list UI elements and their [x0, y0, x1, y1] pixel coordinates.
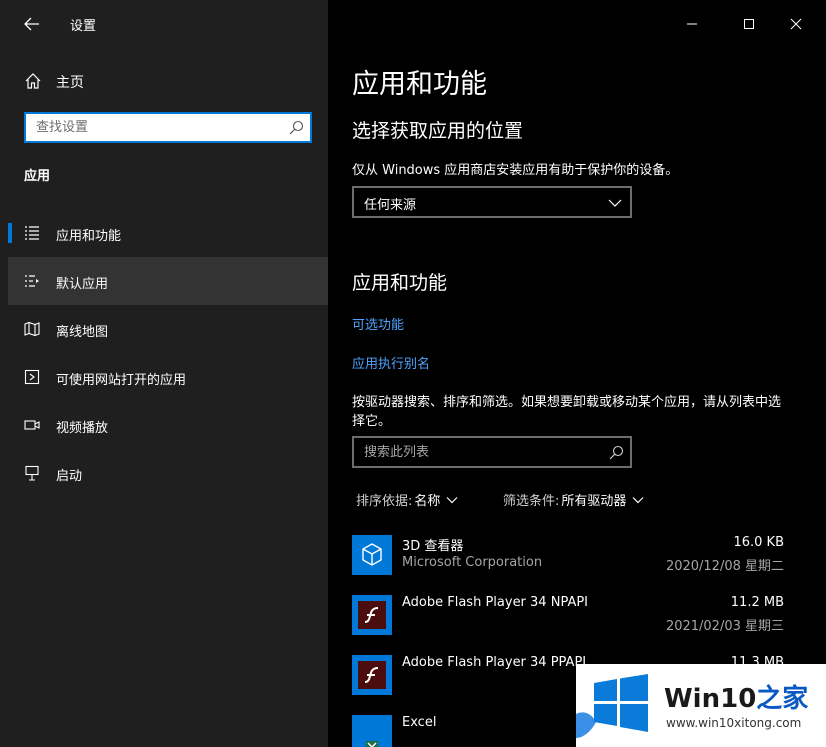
startup-icon [25, 465, 39, 481]
filter-dropdown[interactable]: 筛选条件: 所有驱动器 [503, 490, 644, 509]
watermark-title-part2: 之家 [756, 684, 809, 714]
sidebar-item-offline-maps[interactable]: 离线地图 [8, 305, 328, 353]
close-button[interactable] [782, 10, 810, 38]
install-source-heading: 选择获取应用的位置 [352, 120, 524, 142]
sort-dropdown[interactable]: 排序依据: 名称 [356, 490, 458, 509]
app-size: 16.0 KB [733, 535, 784, 550]
windows-logo-icon [594, 674, 648, 732]
sidebar-item-label: 视频播放 [56, 421, 109, 436]
offline-maps-icon [24, 321, 40, 337]
search-icon [609, 445, 624, 460]
watermark-title-part1: Win10 [664, 684, 757, 714]
apps-for-websites-icon [24, 369, 40, 385]
app-size: 11.2 MB [730, 595, 784, 610]
sidebar-item-default-apps[interactable]: 默认应用 [8, 257, 328, 305]
window-title: 设置 [70, 19, 97, 34]
filter-key-label: 筛选条件: [503, 494, 560, 509]
filter-value: 所有驱动器 [561, 494, 627, 509]
sidebar-home-label: 主页 [56, 75, 84, 91]
app-name: 3D 查看器 [402, 539, 464, 554]
app-name: Excel [402, 715, 437, 730]
install-source-description: 仅从 Windows 应用商店安装应用有助于保护你的设备。 [352, 163, 679, 178]
sort-key-label: 排序依据: [356, 494, 413, 509]
settings-search-box[interactable] [24, 112, 312, 143]
app-list-item[interactable]: 3D 查看器 Microsoft Corporation 16.0 KB 202… [352, 535, 784, 591]
flash-player-icon [352, 655, 392, 695]
chevron-down-icon [632, 496, 644, 503]
watermark-url: www.win10xitong.com [666, 716, 802, 730]
sidebar-item-label: 启动 [56, 469, 83, 484]
sidebar-section-label: 应用 [24, 169, 51, 184]
app-name: Adobe Flash Player 34 NPAPI [402, 595, 589, 610]
watermark: Win10之家 www.win10xitong.com [576, 664, 826, 747]
sidebar-item-video-playback[interactable]: 视频播放 [8, 401, 328, 449]
install-source-dropdown[interactable]: 任何来源 [352, 186, 632, 218]
app-list-search-input[interactable] [354, 438, 594, 466]
sidebar-item-startup[interactable]: 启动 [8, 449, 328, 497]
maximize-icon [744, 19, 754, 29]
settings-search-input[interactable] [26, 114, 276, 141]
video-playback-icon [24, 420, 40, 430]
sidebar-item-label: 应用和功能 [56, 229, 122, 244]
flash-player-icon [352, 595, 392, 635]
sidebar: 设置 主页 应用 应用和功能 默认应用 离线地图 [0, 0, 328, 747]
sidebar-item-label: 默认应用 [56, 277, 109, 292]
app-publisher: Microsoft Corporation [402, 555, 543, 570]
app-name: Adobe Flash Player 34 PPAPI [402, 655, 587, 670]
app-date: 2020/12/08 星期二 [665, 559, 784, 574]
watermark-title: Win10之家 [664, 678, 808, 715]
search-icon [289, 120, 304, 135]
page-title: 应用和功能 [352, 69, 487, 100]
back-arrow-icon [24, 17, 39, 31]
app-execution-alias-link[interactable]: 应用执行别名 [352, 353, 430, 372]
sidebar-item-label: 可使用网站打开的应用 [56, 373, 187, 388]
default-apps-icon [25, 275, 39, 287]
chevron-down-icon [608, 199, 622, 207]
sort-value: 名称 [414, 494, 441, 509]
sidebar-item-apps-features[interactable]: 应用和功能 [8, 209, 328, 257]
minimize-button[interactable] [678, 10, 706, 38]
sidebar-item-apps-for-websites[interactable]: 可使用网站打开的应用 [8, 353, 328, 401]
dropdown-value: 任何来源 [364, 198, 417, 213]
close-icon [790, 18, 802, 30]
back-button[interactable] [20, 12, 44, 36]
chevron-down-icon [446, 496, 458, 503]
3d-viewer-icon [352, 535, 392, 575]
app-list-item[interactable]: Adobe Flash Player 34 NPAPI 11.2 MB 2021… [352, 595, 784, 651]
apps-list-description: 按驱动器搜索、排序和筛选。如果想要卸载或移动某个应用，请从列表中选择它。 [352, 395, 782, 429]
optional-features-link[interactable]: 可选功能 [352, 314, 404, 333]
apps-features-heading: 应用和功能 [352, 272, 448, 294]
maximize-button[interactable] [735, 10, 763, 38]
sidebar-item-label: 离线地图 [56, 325, 109, 340]
app-date: 2021/02/03 星期三 [665, 619, 784, 634]
excel-icon [352, 715, 392, 747]
app-list-search-box[interactable] [352, 436, 632, 468]
minimize-icon [687, 23, 697, 25]
apps-features-icon [25, 226, 39, 240]
sidebar-home[interactable]: 主页 [0, 62, 328, 100]
main-content: 应用和功能 选择获取应用的位置 仅从 Windows 应用商店安装应用有助于保护… [328, 0, 826, 747]
home-icon [25, 73, 41, 89]
